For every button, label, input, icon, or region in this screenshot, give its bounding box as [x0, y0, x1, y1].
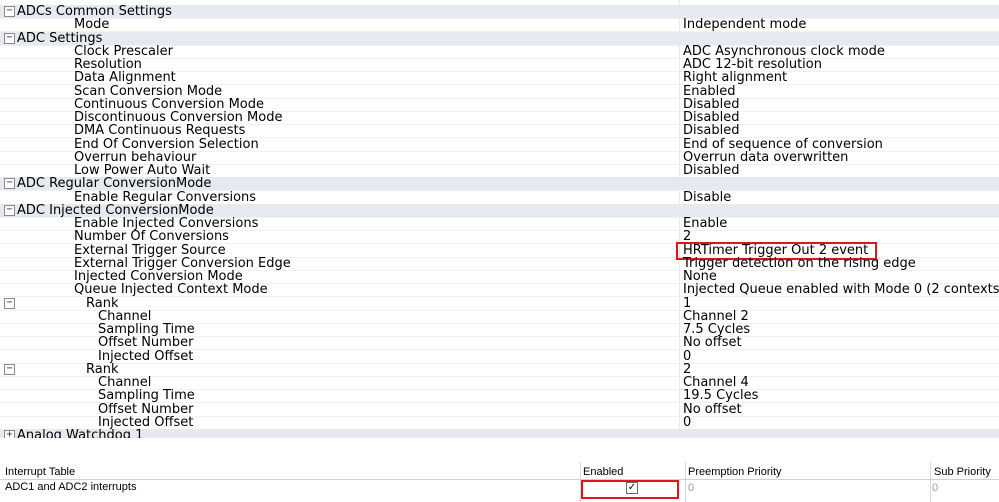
collapse-toggle-icon[interactable]: −: [4, 33, 15, 44]
parameter-value[interactable]: Disable: [683, 191, 731, 204]
parameter-name: Queue Injected Context Mode: [74, 282, 268, 297]
parameter-row[interactable]: Mode Independent mode: [0, 18, 999, 32]
column-separator: [685, 462, 686, 502]
collapse-toggle-icon[interactable]: −: [4, 298, 15, 309]
parameter-row[interactable]: Injected Offset 0: [0, 416, 999, 430]
parameter-grid: − ADCs Common Settings Mode Independent mod…: [0, 0, 999, 438]
parameter-value[interactable]: Disabled: [683, 164, 739, 177]
parameter-value[interactable]: No offset: [683, 403, 742, 416]
sub-priority-cell[interactable]: 0: [932, 482, 938, 494]
category-label: ADC Regular ConversionMode: [17, 176, 212, 191]
parameter-row[interactable]: Offset Number No offset: [0, 336, 999, 350]
parameter-row[interactable]: Queue Injected Context Mode Injected Queu…: [0, 283, 999, 297]
parameter-value[interactable]: 0: [683, 416, 691, 429]
interrupt-table: Interrupt Table Enabled Preemption Prior…: [0, 462, 999, 502]
parameter-row[interactable]: Data Alignment Right alignment: [0, 71, 999, 85]
parameter-row[interactable]: Injected Offset 0: [0, 350, 999, 364]
checkbox-highlight-box: [581, 480, 679, 499]
category-row[interactable]: − ADCs Common Settings: [0, 5, 999, 19]
interrupt-row-name[interactable]: ADC1 and ADC2 interrupts: [5, 481, 136, 493]
interrupt-table-header: Interrupt Table: [5, 466, 76, 478]
collapse-toggle-icon[interactable]: −: [4, 364, 15, 375]
parameter-name: DMA Continuous Requests: [74, 123, 246, 138]
parameter-row[interactable]: Clock Prescaler ADC Asynchronous clock mo…: [0, 45, 999, 59]
column-separator: [930, 462, 931, 502]
parameter-value[interactable]: 19.5 Cycles: [683, 389, 758, 402]
preemption-priority-cell[interactable]: 0: [688, 482, 694, 494]
collapse-toggle-icon[interactable]: −: [4, 6, 15, 17]
category-label: Analog Watchdog 1: [17, 428, 144, 438]
category-row[interactable]: − ADC Regular ConversionMode: [0, 177, 999, 191]
expand-toggle-icon[interactable]: +: [4, 430, 15, 438]
collapse-toggle-icon[interactable]: −: [4, 205, 15, 216]
parameter-value[interactable]: Right alignment: [683, 71, 787, 84]
collapse-toggle-icon[interactable]: −: [4, 178, 15, 189]
parameter-value[interactable]: Disabled: [683, 124, 739, 137]
parameter-row[interactable]: Sampling Time 19.5 Cycles: [0, 389, 999, 403]
enabled-column-header: Enabled: [583, 466, 624, 478]
sub-priority-header: Sub Priority: [934, 466, 991, 478]
parameter-name: Data Alignment: [74, 70, 176, 85]
parameter-value[interactable]: No offset: [683, 336, 742, 349]
parameter-value[interactable]: Trigger detection on the rising edge: [683, 257, 916, 270]
parameter-name: Sampling Time: [98, 388, 195, 403]
parameter-name: Mode: [74, 17, 110, 32]
parameter-value[interactable]: Injected Queue enabled with Mode 0 (2 co…: [683, 283, 999, 296]
parameter-row[interactable]: DMA Continuous Requests Disabled: [0, 124, 999, 138]
parameter-name: Offset Number: [98, 335, 194, 350]
preemption-priority-header: Preemption Priority: [688, 466, 782, 478]
category-row[interactable]: + Analog Watchdog 1: [0, 429, 999, 438]
parameter-value[interactable]: Independent mode: [683, 18, 806, 31]
header-row-divider: [0, 479, 999, 480]
parameter-name: Number Of Conversions: [74, 229, 229, 244]
